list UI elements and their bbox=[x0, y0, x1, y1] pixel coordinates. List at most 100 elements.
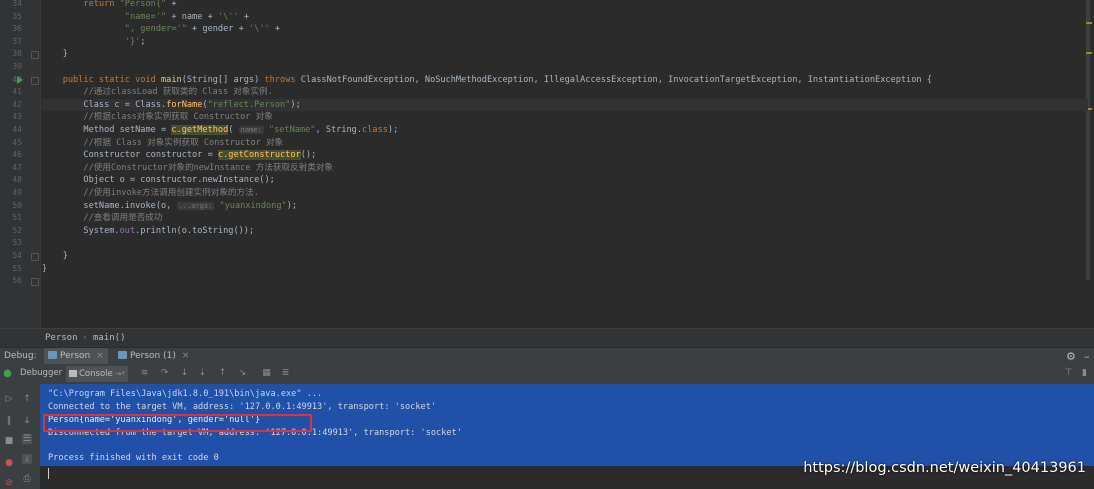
code-line[interactable]: //根据 Class 对象实例获取 Constructor 对象 bbox=[42, 137, 1088, 150]
tab-debug-person[interactable]: Person × bbox=[44, 348, 108, 365]
code-token: //通过classLoad 获取类的 Class 对象实例. bbox=[42, 87, 273, 98]
tab-label: Person (1) bbox=[130, 351, 176, 361]
code-token: public static void bbox=[42, 74, 161, 85]
code-token: c.getConstructor bbox=[217, 150, 301, 161]
restore-layout-icon[interactable]: ▮ bbox=[1080, 369, 1089, 378]
code-line[interactable]: return "Person{" + bbox=[42, 0, 1088, 11]
code-line[interactable]: //使用Constructor对象的newInstance 方法获取反射类对象 bbox=[42, 162, 1088, 175]
line-number[interactable]: 52 bbox=[0, 225, 22, 238]
line-number[interactable]: 54 bbox=[0, 250, 22, 263]
tab-debug-person-1[interactable]: Person (1) × bbox=[114, 348, 193, 365]
soft-wrap-icon[interactable]: ☰ bbox=[22, 434, 32, 444]
line-number[interactable]: 51 bbox=[0, 212, 22, 225]
code-line[interactable]: "name='" + name + '\'' + bbox=[42, 11, 1088, 24]
line-number[interactable]: 50 bbox=[0, 200, 22, 213]
code-token: "setName" bbox=[263, 125, 316, 135]
stop-icon[interactable]: ■ bbox=[4, 436, 14, 446]
code-token: ; bbox=[140, 36, 146, 47]
code-line[interactable]: ", gender='" + gender + '\'' + bbox=[42, 23, 1088, 36]
code-editor[interactable]: 34 35 36 37 38 39 40 41 42 43 44 45 46 47 48 49 50 51 52 53… bbox=[0, 0, 1094, 328]
print-icon[interactable]: ⎙ bbox=[22, 474, 32, 484]
breadcrumb-class[interactable]: Person bbox=[45, 333, 78, 343]
code-line[interactable] bbox=[42, 237, 1088, 250]
line-number[interactable]: 36 bbox=[0, 23, 22, 36]
code-line[interactable]: } bbox=[42, 250, 1088, 263]
force-step-into-icon[interactable]: ⇣ bbox=[198, 369, 207, 378]
step-out-icon[interactable]: ↑ bbox=[218, 369, 227, 378]
code-line[interactable]: //查看调用是否成功 bbox=[42, 212, 1088, 225]
line-number[interactable]: 37 bbox=[0, 36, 22, 49]
fold-icon[interactable] bbox=[31, 253, 39, 261]
gear-icon[interactable]: ⚙ bbox=[1062, 348, 1080, 365]
resume-icon[interactable]: ● bbox=[3, 369, 12, 379]
pin-icon[interactable]: ⊤ bbox=[1064, 369, 1073, 378]
line-number-gutter[interactable]: 34 35 36 37 38 39 40 41 42 43 44 45 46 47 48 49 50 51 52 53… bbox=[0, 0, 41, 328]
line-number[interactable]: 44 bbox=[0, 124, 22, 137]
close-icon[interactable]: × bbox=[182, 351, 190, 361]
line-number[interactable]: 42 bbox=[0, 99, 22, 112]
evaluate-icon[interactable]: ▦ bbox=[262, 369, 271, 378]
layout-icon[interactable]: ≣ bbox=[281, 369, 290, 378]
line-number[interactable]: 35 bbox=[0, 11, 22, 24]
code-token: main bbox=[161, 74, 182, 85]
code-line[interactable]: setName.invoke(o, ...args: "yuanxindong"… bbox=[42, 200, 1088, 213]
tab-console[interactable]: Console →* bbox=[66, 366, 128, 382]
close-icon[interactable]: × bbox=[96, 351, 104, 361]
code-line[interactable]: //使用invoke方法调用创建实例对象的方法. bbox=[42, 187, 1088, 200]
code-token: + bbox=[166, 0, 177, 9]
code-line[interactable]: Constructor constructor = c.getConstruct… bbox=[42, 149, 1088, 162]
fold-icon[interactable] bbox=[31, 51, 39, 60]
breadcrumb-method[interactable]: main() bbox=[93, 333, 126, 343]
line-number[interactable]: 45 bbox=[0, 137, 22, 150]
line-number[interactable]: 34 bbox=[0, 0, 22, 11]
code-line[interactable] bbox=[42, 275, 1088, 288]
line-number[interactable]: 49 bbox=[0, 187, 22, 200]
console-icon bbox=[69, 370, 77, 377]
view-breakpoints-icon[interactable]: ● bbox=[4, 458, 14, 468]
rerun-icon[interactable]: ▷ bbox=[4, 394, 14, 404]
code-token: class bbox=[362, 125, 388, 135]
minimize-icon[interactable]: – bbox=[1080, 348, 1094, 365]
scroll-to-end-icon[interactable]: ⤓ bbox=[22, 454, 32, 464]
tab-debugger[interactable]: Debugger bbox=[20, 368, 62, 378]
code-token: return bbox=[42, 0, 120, 9]
pause-icon[interactable]: ‖ bbox=[4, 416, 14, 426]
code-line[interactable]: Object o = constructor.newInstance(); bbox=[42, 174, 1088, 187]
menu-icon[interactable]: ≡ bbox=[140, 369, 149, 378]
code-line[interactable]: public static void main(String[] args) t… bbox=[42, 74, 1088, 87]
line-number[interactable]: 41 bbox=[0, 86, 22, 99]
run-to-cursor-icon[interactable]: ↘ bbox=[238, 369, 247, 378]
line-number[interactable]: 48 bbox=[0, 174, 22, 187]
step-over-icon[interactable]: ↷ bbox=[160, 369, 169, 378]
line-number[interactable]: 39 bbox=[0, 61, 22, 74]
run-gutter-icon[interactable] bbox=[17, 75, 23, 84]
code-line[interactable]: //根据class对象实例获取 Constructor 对象 bbox=[42, 111, 1088, 124]
mute-breakpoints-icon[interactable]: ⊘ bbox=[4, 478, 14, 488]
code-line[interactable]: } bbox=[42, 263, 1088, 276]
code-line[interactable]: } bbox=[42, 48, 1088, 61]
fold-icon[interactable] bbox=[31, 76, 39, 85]
code-line[interactable]: Class c = Class.forName("reflect.Person"… bbox=[42, 98, 1088, 112]
line-number[interactable]: 56 bbox=[0, 275, 22, 288]
console-output[interactable]: "C:\Program Files\Java\jdk1.8.0_191\bin\… bbox=[40, 384, 1094, 466]
code-token: Class c = Class. bbox=[42, 99, 167, 110]
line-number[interactable]: 38 bbox=[0, 48, 22, 61]
up-arrow-icon[interactable]: ↑ bbox=[22, 394, 32, 404]
down-arrow-icon[interactable]: ↓ bbox=[22, 416, 32, 426]
line-number[interactable]: 47 bbox=[0, 162, 22, 175]
step-into-icon[interactable]: ↓ bbox=[180, 369, 189, 378]
line-number[interactable]: 53 bbox=[0, 237, 22, 250]
code-line[interactable]: System.out.println(o.toString()); bbox=[42, 225, 1088, 238]
breadcrumb-separator: › bbox=[82, 333, 88, 343]
code-line[interactable]: Method setName = c.getMethod( name: "set… bbox=[42, 124, 1088, 137]
code-line[interactable] bbox=[42, 61, 1088, 74]
code-line[interactable]: '}'; bbox=[42, 36, 1088, 49]
code-token: //根据 Class 对象实例获取 Constructor 对象 bbox=[42, 137, 284, 148]
code-line[interactable]: //通过classLoad 获取类的 Class 对象实例. bbox=[42, 86, 1088, 99]
line-number[interactable]: 55 bbox=[0, 263, 22, 276]
line-number[interactable]: 46 bbox=[0, 149, 22, 162]
line-number[interactable]: 43 bbox=[0, 111, 22, 124]
code-token: ", gender='" bbox=[42, 24, 187, 35]
fold-icon[interactable] bbox=[31, 278, 39, 287]
debug-label: Debug: bbox=[4, 351, 37, 361]
